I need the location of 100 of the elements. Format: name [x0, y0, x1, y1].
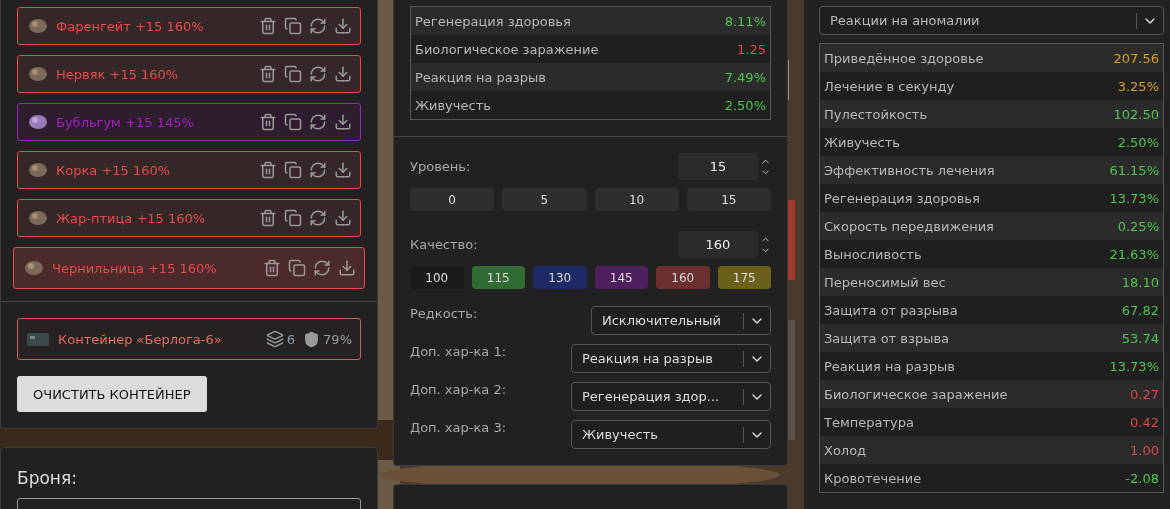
- refresh-button[interactable]: [313, 259, 331, 277]
- download-icon: [334, 65, 352, 83]
- stat-name: Реакция на разрыв: [415, 69, 546, 85]
- delete-button[interactable]: [259, 113, 277, 131]
- select-label: Доп. хар-ка 2:: [410, 382, 507, 397]
- copy-button[interactable]: [288, 259, 306, 277]
- level-field[interactable]: 15: [678, 153, 758, 180]
- select-field[interactable]: Реакция на разрыв: [571, 344, 771, 373]
- copy-icon: [284, 209, 302, 227]
- delete-button[interactable]: [259, 161, 277, 179]
- copy-icon: [284, 65, 302, 83]
- copy-button[interactable]: [284, 17, 302, 35]
- stat-value: 2.50%: [724, 97, 766, 113]
- copy-icon: [288, 259, 306, 277]
- stat-name: Выносливость: [824, 246, 922, 262]
- level-preset-button[interactable]: 10: [594, 188, 679, 211]
- quality-preset-button[interactable]: 175: [717, 266, 771, 289]
- refresh-button[interactable]: [309, 161, 327, 179]
- trash-icon: [263, 259, 281, 277]
- select-label: Редкость:: [410, 306, 478, 321]
- artifact-item[interactable]: Жар-птица +15 160%: [17, 199, 361, 237]
- slot-count: 6: [286, 331, 296, 347]
- container-icon: [26, 330, 50, 348]
- copy-button[interactable]: [284, 65, 302, 83]
- level-label: Уровень:: [410, 159, 471, 174]
- stat-name: Переносимый вес: [824, 274, 946, 290]
- refresh-button[interactable]: [309, 17, 327, 35]
- layers-icon: [265, 330, 284, 348]
- stat-value: 53.74: [1121, 330, 1159, 346]
- stat-value: 0.27: [1130, 386, 1159, 402]
- download-button[interactable]: [338, 259, 356, 277]
- stat-value: 21.63%: [1109, 246, 1159, 262]
- download-button[interactable]: [334, 209, 352, 227]
- stat-name: Пулестойкость: [824, 106, 928, 122]
- stat-value: 1.00: [1130, 442, 1159, 458]
- stat-name: Регенерация здоровья: [824, 190, 980, 206]
- delete-button[interactable]: [259, 65, 277, 83]
- delete-button[interactable]: [259, 17, 277, 35]
- artifact-name: Нервяк +15 160%: [56, 66, 180, 82]
- download-button[interactable]: [334, 161, 352, 179]
- quality-field[interactable]: 160: [678, 231, 758, 258]
- quality-preset-button[interactable]: 115: [471, 266, 525, 289]
- protection-value: 79%: [323, 331, 352, 347]
- quality-preset-button[interactable]: 130: [533, 266, 587, 289]
- stat-name: Биологическое заражение: [415, 41, 599, 57]
- stat-name: Приведённое здоровье: [824, 50, 984, 66]
- stat-name: Живучесть: [415, 97, 491, 113]
- quality-preset-button[interactable]: 160: [656, 266, 710, 289]
- quality-preset-button[interactable]: 100: [410, 266, 464, 289]
- refresh-icon: [313, 259, 331, 277]
- copy-button[interactable]: [284, 113, 302, 131]
- trash-icon: [259, 113, 277, 131]
- download-button[interactable]: [334, 113, 352, 131]
- select-label: Доп. хар-ка 3:: [410, 420, 507, 435]
- stat-name: Живучесть: [824, 134, 900, 150]
- category-select[interactable]: Реакции на аномалии: [819, 6, 1164, 35]
- delete-button[interactable]: [263, 259, 281, 277]
- container-item[interactable]: Контейнер «Берлога-6» 6 79%: [17, 318, 361, 360]
- level-preset-button[interactable]: 0: [410, 188, 495, 211]
- select-field[interactable]: Живучесть: [571, 420, 771, 449]
- select-label: Доп. хар-ка 1:: [410, 344, 507, 359]
- refresh-button[interactable]: [309, 113, 327, 131]
- artifact-name: Чернильница +15 160%: [52, 260, 218, 276]
- artifact-name: Фаренгейт +15 160%: [56, 18, 205, 34]
- stat-value: 18.10: [1121, 274, 1159, 290]
- level-preset-button[interactable]: 15: [686, 188, 771, 211]
- copy-icon: [284, 17, 302, 35]
- stat-name: Защита от разрыва: [824, 302, 958, 318]
- clear-container-button[interactable]: ОЧИСТИТЬ КОНТЕЙНЕР: [17, 376, 207, 412]
- select-field[interactable]: Исключительный: [591, 306, 771, 335]
- select-field[interactable]: Регенерация здор...: [571, 382, 771, 411]
- artifact-item[interactable]: Фаренгейт +15 160%: [17, 7, 361, 45]
- artifact-item[interactable]: Нервяк +15 160%: [17, 55, 361, 93]
- stat-name: Холод: [824, 442, 867, 458]
- stat-value: 2.50%: [1117, 134, 1159, 150]
- stat-value: 8.11%: [724, 13, 766, 29]
- trash-icon: [259, 65, 277, 83]
- download-button[interactable]: [334, 17, 352, 35]
- delete-button[interactable]: [259, 209, 277, 227]
- stat-value: 61.15%: [1109, 162, 1159, 178]
- download-button[interactable]: [334, 65, 352, 83]
- quality-label: Качество:: [410, 237, 478, 252]
- artifact-name: Жар-птица +15 160%: [56, 210, 207, 226]
- stat-name: Регенерация здоровья: [415, 13, 571, 29]
- artifact-name: Корка +15 160%: [56, 162, 172, 178]
- level-preset-button[interactable]: 5: [502, 188, 587, 211]
- stat-value: 0.25%: [1117, 218, 1159, 234]
- stat-name: Защита от взрыва: [824, 330, 950, 346]
- refresh-button[interactable]: [309, 65, 327, 83]
- refresh-button[interactable]: [309, 209, 327, 227]
- refresh-icon: [309, 209, 327, 227]
- artifact-item[interactable]: Корка +15 160%: [17, 151, 361, 189]
- stat-name: Биологическое заражение: [824, 386, 1008, 402]
- container-name: Контейнер «Берлога-6»: [58, 331, 223, 347]
- copy-button[interactable]: [284, 161, 302, 179]
- quality-preset-button[interactable]: 145: [594, 266, 648, 289]
- trash-icon: [259, 209, 277, 227]
- trash-icon: [259, 17, 277, 35]
- trash-icon: [259, 161, 277, 179]
- copy-button[interactable]: [284, 209, 302, 227]
